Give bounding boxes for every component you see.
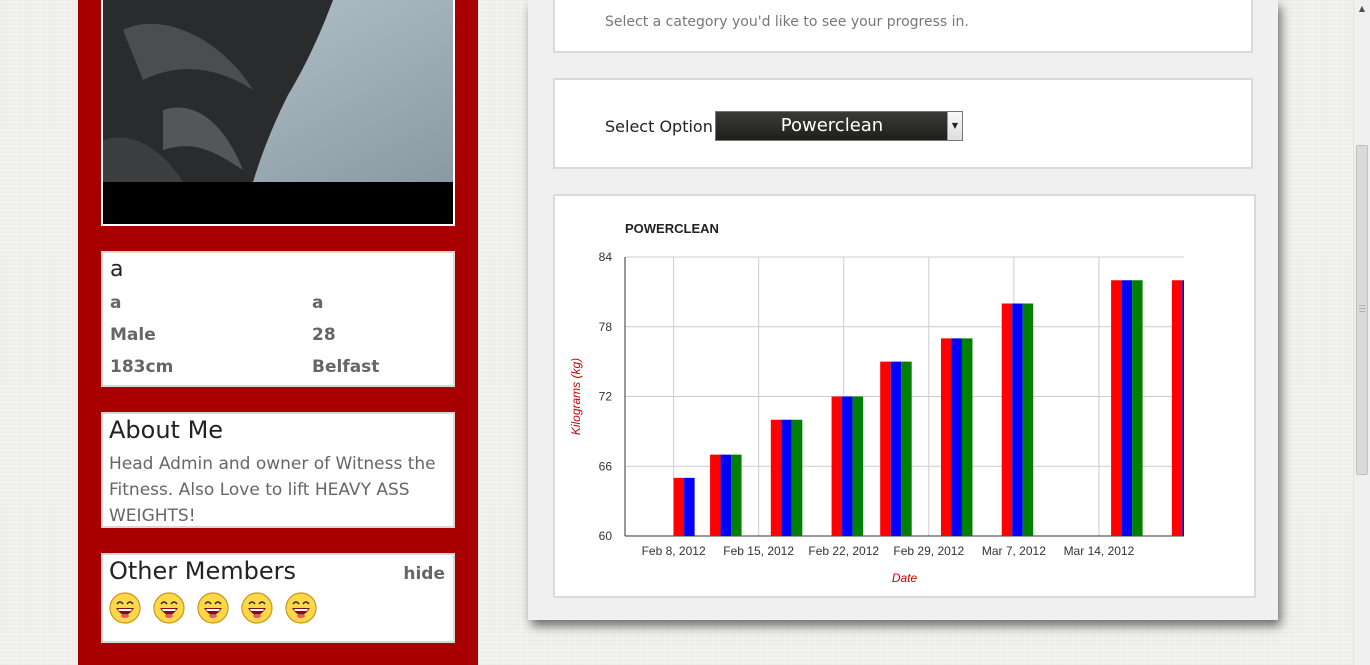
main-panel: Select a category you'd like to see your… <box>528 0 1278 620</box>
bar <box>731 454 742 536</box>
bar <box>1182 280 1184 536</box>
smiley-icon[interactable] <box>197 592 229 624</box>
profile-height: 183cm <box>110 357 174 377</box>
bar <box>842 396 853 536</box>
bar <box>1111 280 1122 536</box>
bar <box>961 338 973 536</box>
chart-title: POWERCLEAN <box>625 221 719 236</box>
bar <box>1121 280 1133 536</box>
y-tick-label: 72 <box>599 390 613 404</box>
x-tick-label: Mar 7, 2012 <box>982 544 1046 558</box>
profile-info-card: a a a Male 28 183cm Belfast <box>101 251 455 387</box>
scroll-up-arrow-icon[interactable]: ▲ <box>1354 0 1370 17</box>
exercise-select[interactable]: Powerclean ▼ <box>715 111 963 141</box>
exercise-select-value: Powerclean <box>780 115 884 136</box>
bar <box>1001 303 1013 536</box>
category-hint: Select a category you'd like to see your… <box>605 14 969 30</box>
category-card: Select a category you'd like to see your… <box>553 0 1253 53</box>
bar <box>770 419 782 536</box>
bar <box>673 477 685 536</box>
bar <box>890 361 902 536</box>
x-tick-label: Feb 29, 2012 <box>893 544 964 558</box>
about-me-card: About Me Head Admin and owner of Witness… <box>101 412 455 528</box>
hide-members-link[interactable]: hide <box>403 564 445 584</box>
other-members-heading: Other Members <box>109 557 296 585</box>
bar <box>720 454 732 536</box>
about-me-text: Head Admin and owner of Witness the Fitn… <box>109 454 436 526</box>
member-avatar-list <box>109 592 317 624</box>
x-tick-label: Mar 14, 2012 <box>1064 544 1135 558</box>
scrollbar-thumb[interactable]: — — — <box>1356 145 1368 475</box>
y-axis-label: Kilograms (kg) <box>569 358 583 435</box>
bar <box>831 396 843 536</box>
select-option-label: Select Option <box>605 117 713 136</box>
bar <box>781 419 792 536</box>
bar <box>1171 280 1183 536</box>
scrollbar-grip-icon: — — — <box>1359 301 1366 315</box>
bar <box>880 361 891 536</box>
progress-chart-card: POWERCLEAN 60 66 72 78 84 Feb 8, 2012 Feb 15, 2… <box>553 194 1256 598</box>
x-axis-label: Date <box>892 571 918 585</box>
profile-photo <box>101 0 455 226</box>
smiley-icon[interactable] <box>241 592 273 624</box>
smiley-icon[interactable] <box>109 592 141 624</box>
bar <box>940 338 952 536</box>
y-tick-label: 66 <box>599 459 613 473</box>
bar <box>710 454 721 536</box>
bar <box>951 338 962 536</box>
profile-last-name: a <box>312 293 324 313</box>
y-tick-label: 60 <box>599 529 613 543</box>
bar <box>1022 303 1034 536</box>
option-card: Select Option Powerclean ▼ <box>553 78 1253 169</box>
y-tick-label: 84 <box>599 250 613 264</box>
bar <box>1132 280 1143 536</box>
vertical-scrollbar[interactable]: ▲ — — — <box>1353 0 1370 665</box>
bar <box>684 477 695 536</box>
bar <box>791 419 803 536</box>
profile-gender: Male <box>110 325 156 345</box>
bar <box>1012 303 1023 536</box>
bar <box>852 396 864 536</box>
profile-first-name: a <box>110 293 122 313</box>
x-tick-label: Feb 22, 2012 <box>808 544 879 558</box>
profile-name: a <box>110 257 124 282</box>
about-me-heading: About Me <box>109 416 224 444</box>
other-members-card: Other Members hide <box>101 553 455 643</box>
smiley-icon[interactable] <box>153 592 185 624</box>
profile-age: 28 <box>312 325 336 345</box>
smiley-icon[interactable] <box>285 592 317 624</box>
bar <box>901 361 912 536</box>
progress-chart: POWERCLEAN 60 66 72 78 84 Feb 8, 2012 Feb 15, 2… <box>569 221 1184 585</box>
dropdown-arrow-icon[interactable]: ▼ <box>947 112 962 140</box>
x-tick-label: Feb 15, 2012 <box>723 544 794 558</box>
x-tick-label: Feb 8, 2012 <box>642 544 706 558</box>
y-tick-label: 78 <box>599 320 613 334</box>
profile-sidebar: a a a Male 28 183cm Belfast About Me Hea… <box>78 0 478 665</box>
bar-group <box>673 280 1184 536</box>
profile-city: Belfast <box>312 357 380 377</box>
